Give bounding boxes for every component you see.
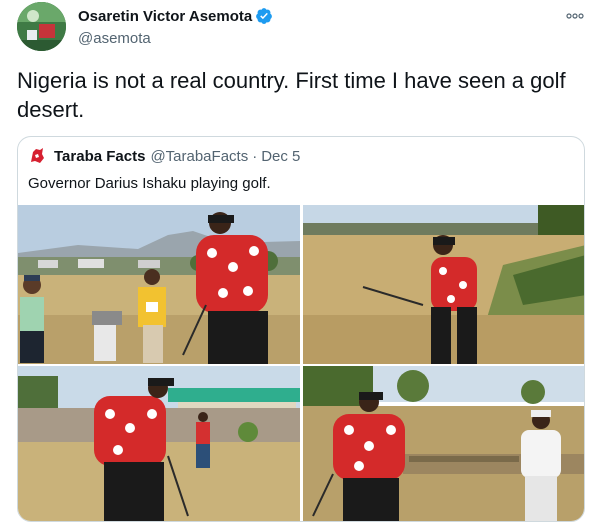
photo-2[interactable] — [303, 205, 584, 364]
separator-dot: · — [252, 147, 258, 165]
photo-4[interactable] — [303, 366, 584, 521]
quoted-tweet[interactable]: Taraba Facts @TarabaFacts · Dec 5 Govern… — [17, 136, 585, 522]
tweet-text: Nigeria is not a real country. First tim… — [17, 68, 566, 122]
verified-badge-icon — [255, 7, 273, 25]
author-avatar[interactable] — [17, 2, 66, 51]
photo-3[interactable] — [18, 366, 300, 521]
author-block: Osaretin Victor Asemota @asemota — [78, 6, 273, 47]
tweet: Osaretin Victor Asemota @asemota Nigeria… — [0, 0, 598, 525]
quoted-author-avatar — [27, 146, 47, 166]
quoted-tweet-date: Dec 5 — [261, 147, 301, 165]
author-name[interactable]: Osaretin Victor Asemota — [78, 8, 252, 25]
quoted-tweet-text: Governor Darius Ishaku playing golf. — [28, 175, 271, 192]
quoted-author-name: Taraba Facts — [54, 147, 146, 165]
author-handle[interactable]: @asemota — [78, 30, 273, 47]
more-options-icon[interactable] — [565, 8, 585, 19]
quoted-author-handle: @TarabaFacts — [150, 147, 249, 165]
photo-1[interactable] — [18, 205, 300, 364]
quoted-tweet-header: Taraba Facts @TarabaFacts · Dec 5 — [27, 146, 300, 166]
